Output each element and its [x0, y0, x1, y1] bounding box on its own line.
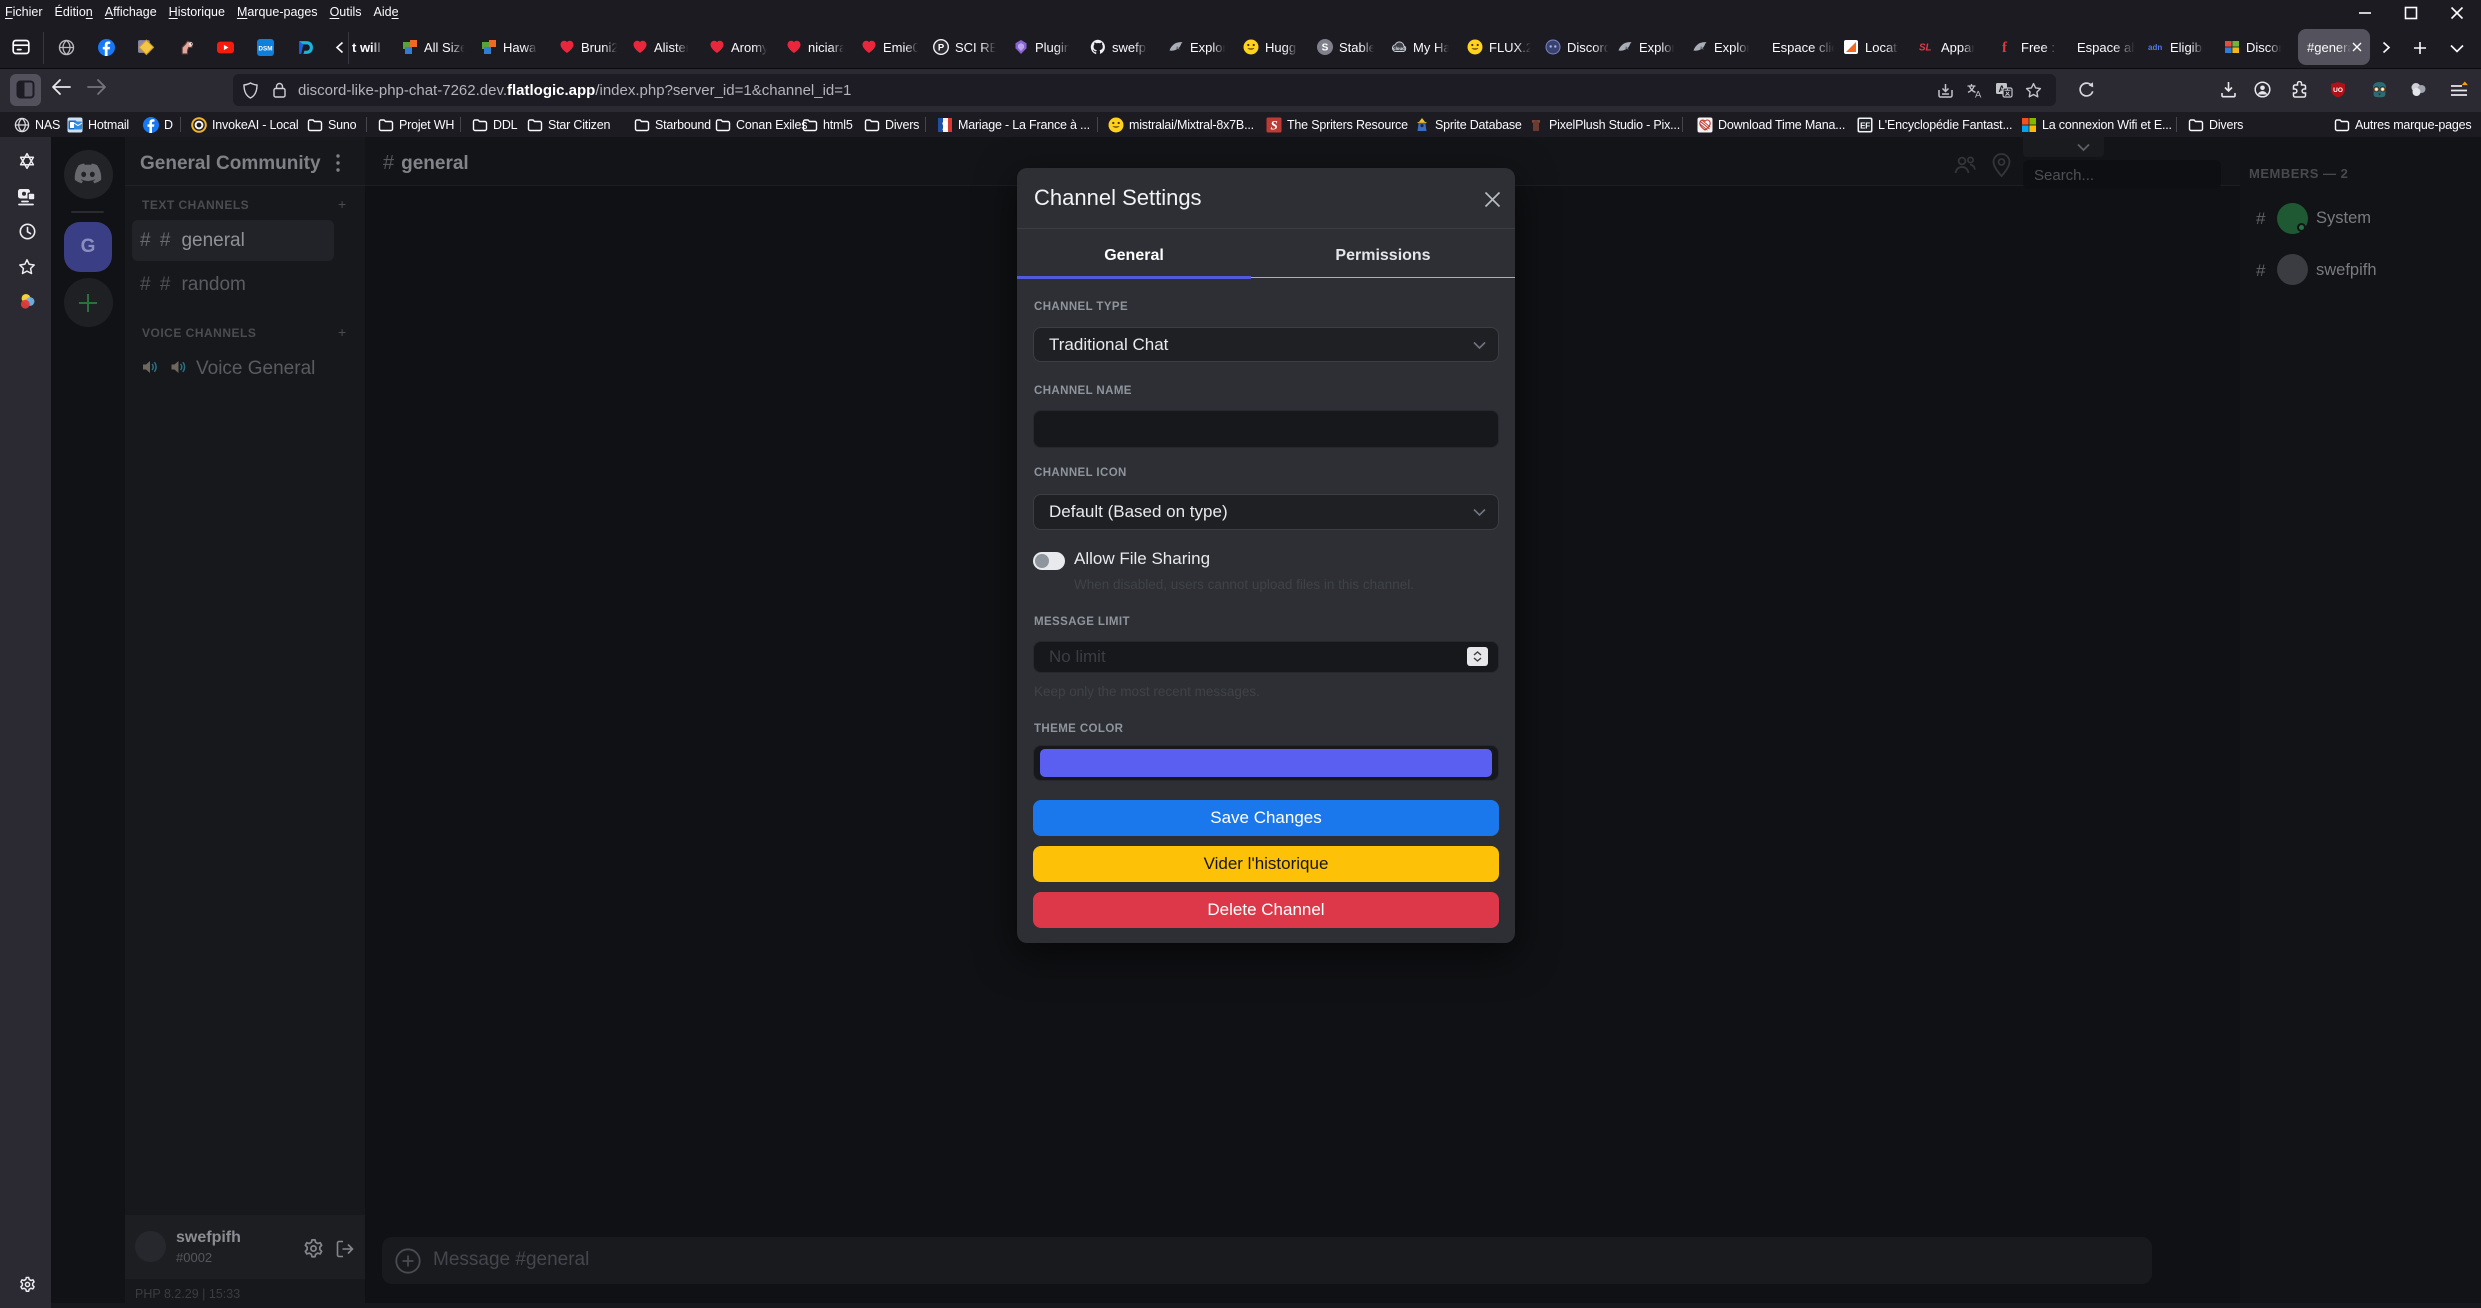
svg-text:adn: adn	[2148, 43, 2162, 52]
svg-text:EF: EF	[1860, 121, 1870, 130]
svg-text:S: S	[1270, 117, 1277, 132]
svg-text:A: A	[1975, 89, 1982, 99]
svg-text:SL: SL	[1919, 43, 1932, 54]
svg-text:DSM: DSM	[258, 46, 272, 53]
svg-text:UO: UO	[2333, 87, 2343, 94]
svg-text:cloud: cloud	[1393, 46, 1405, 51]
svg-text:f: f	[2002, 40, 2008, 55]
svg-text:P: P	[938, 43, 945, 54]
svg-text:S: S	[1322, 43, 1329, 54]
